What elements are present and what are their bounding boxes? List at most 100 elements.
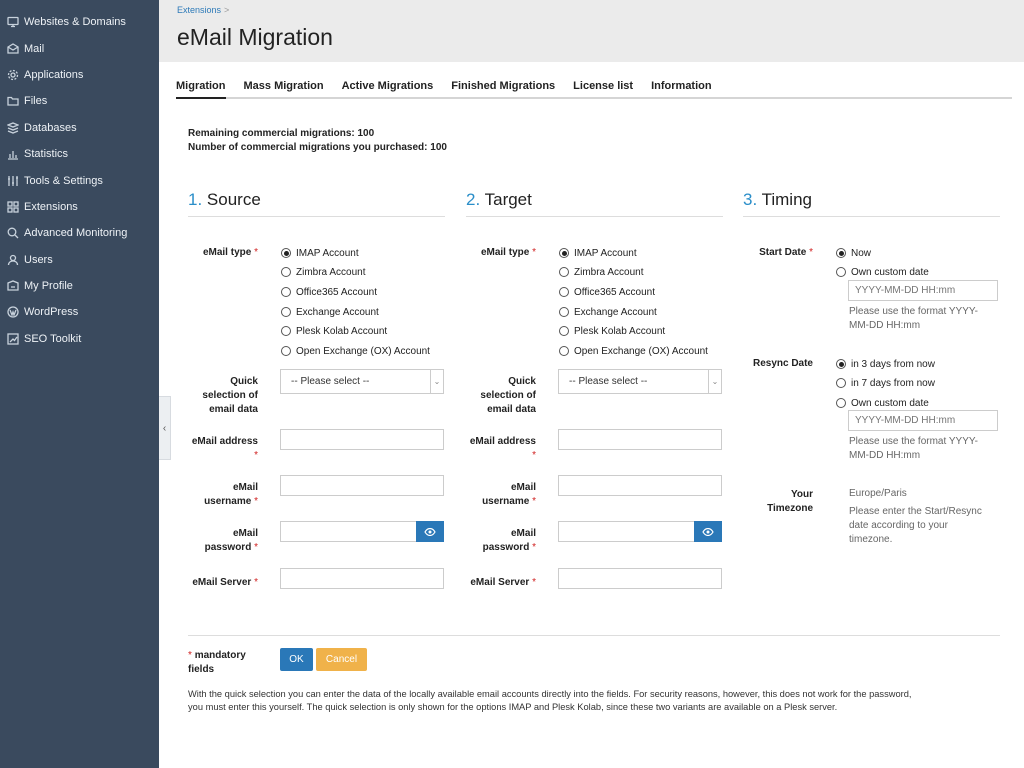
resync-option-custom[interactable]: Own custom date bbox=[836, 396, 929, 410]
resync-option-3-days[interactable]: in 3 days from now bbox=[836, 357, 935, 371]
target-email-username-input[interactable] bbox=[558, 475, 722, 496]
target-quick-selection-select[interactable]: -- Please select -- ⌄ bbox=[558, 369, 722, 394]
radio[interactable] bbox=[559, 326, 569, 336]
tab-license-list[interactable]: License list bbox=[573, 80, 633, 97]
target-email-server-input[interactable] bbox=[558, 568, 722, 589]
timing-section: 3. Timing bbox=[743, 190, 1000, 217]
migration-counts: Remaining commercial migrations: 100 Num… bbox=[188, 127, 447, 155]
resync-option-7-days[interactable]: in 7 days from now bbox=[836, 376, 935, 390]
ok-button[interactable]: OK bbox=[280, 648, 313, 671]
breadcrumb-link-extensions[interactable]: Extensions bbox=[177, 5, 221, 15]
source-quick-selection-select[interactable]: -- Please select -- ⌄ bbox=[280, 369, 444, 394]
radio[interactable] bbox=[559, 267, 569, 277]
timing-step-number: 3. bbox=[743, 190, 758, 209]
target-option-office365[interactable]: Office365 Account bbox=[559, 285, 655, 299]
tab-bar: Migration Mass Migration Active Migratio… bbox=[176, 80, 1012, 99]
source-email-type-label: eMail type * bbox=[202, 247, 258, 258]
source-option-imap[interactable]: IMAP Account bbox=[281, 246, 359, 260]
sidebar-item-websites-domains[interactable]: Websites & Domains bbox=[0, 9, 159, 35]
source-email-username-input[interactable] bbox=[280, 475, 444, 496]
source-email-password-input[interactable] bbox=[280, 521, 417, 542]
chevron-down-icon: ⌄ bbox=[430, 370, 443, 393]
start-option-now[interactable]: Now bbox=[836, 246, 871, 260]
source-email-address-label: eMail address * bbox=[191, 436, 258, 461]
source-email-password-label: eMail password * bbox=[204, 528, 258, 553]
target-step-number: 2. bbox=[466, 190, 481, 209]
sidebar-item-label: Extensions bbox=[24, 200, 78, 213]
target-email-password-input[interactable] bbox=[558, 521, 695, 542]
cancel-button[interactable]: Cancel bbox=[316, 648, 367, 671]
source-option-exchange[interactable]: Exchange Account bbox=[281, 305, 379, 319]
user-icon bbox=[7, 254, 19, 266]
source-section: 1. Source bbox=[188, 190, 445, 217]
radio[interactable] bbox=[836, 267, 846, 277]
quick-selection-footnote: With the quick selection you can enter t… bbox=[188, 689, 912, 712]
target-option-exchange[interactable]: Exchange Account bbox=[559, 305, 657, 319]
sidebar-item-statistics[interactable]: Statistics bbox=[0, 141, 159, 167]
radio-selected[interactable] bbox=[836, 359, 846, 369]
tab-active-migrations[interactable]: Active Migrations bbox=[342, 80, 434, 97]
radio-selected[interactable] bbox=[281, 248, 291, 258]
radio[interactable] bbox=[559, 287, 569, 297]
sidebar-collapse-toggle[interactable]: ‹ bbox=[159, 396, 171, 460]
monitor-icon bbox=[7, 16, 19, 28]
source-email-address-input[interactable] bbox=[280, 429, 444, 450]
resync-date-input[interactable] bbox=[848, 410, 998, 431]
radio[interactable] bbox=[559, 307, 569, 317]
source-option-office365[interactable]: Office365 Account bbox=[281, 285, 377, 299]
timezone-hint: Please enter the Start/Resync date accord… bbox=[849, 506, 982, 545]
radio-selected[interactable] bbox=[559, 248, 569, 258]
target-option-plesk-kolab[interactable]: Plesk Kolab Account bbox=[559, 324, 665, 338]
sidebar-item-label: Advanced Monitoring bbox=[24, 227, 128, 240]
radio[interactable] bbox=[559, 346, 569, 356]
tab-migration[interactable]: Migration bbox=[176, 80, 226, 99]
target-option-open-exchange[interactable]: Open Exchange (OX) Account bbox=[559, 344, 708, 358]
source-option-zimbra[interactable]: Zimbra Account bbox=[281, 265, 365, 279]
radio[interactable] bbox=[281, 287, 291, 297]
radio[interactable] bbox=[281, 346, 291, 356]
sidebar-item-advanced-monitoring[interactable]: Advanced Monitoring bbox=[0, 220, 159, 246]
sidebar-item-files[interactable]: Files bbox=[0, 88, 159, 114]
sidebar-item-seo-toolkit[interactable]: SEO Toolkit bbox=[0, 326, 159, 352]
start-date-label: Start Date * bbox=[759, 247, 813, 258]
sidebar-item-wordpress[interactable]: WordPress bbox=[0, 299, 159, 325]
source-show-password-button[interactable] bbox=[416, 521, 444, 542]
source-email-server-input[interactable] bbox=[280, 568, 444, 589]
target-option-imap[interactable]: IMAP Account bbox=[559, 246, 637, 260]
breadcrumb-separator: > bbox=[224, 5, 230, 15]
form-divider bbox=[188, 635, 1000, 636]
start-option-custom[interactable]: Own custom date bbox=[836, 265, 929, 279]
chevron-down-icon: ⌄ bbox=[708, 370, 721, 393]
start-date-input[interactable] bbox=[848, 280, 998, 301]
radio[interactable] bbox=[281, 326, 291, 336]
grid-icon bbox=[7, 201, 19, 213]
radio[interactable] bbox=[281, 267, 291, 277]
radio-selected[interactable] bbox=[836, 248, 846, 258]
tab-mass-migration[interactable]: Mass Migration bbox=[244, 80, 324, 97]
sidebar-item-label: Files bbox=[24, 95, 48, 108]
target-option-zimbra[interactable]: Zimbra Account bbox=[559, 265, 643, 279]
source-option-open-exchange[interactable]: Open Exchange (OX) Account bbox=[281, 344, 430, 358]
radio[interactable] bbox=[836, 378, 846, 388]
sidebar-item-extensions[interactable]: Extensions bbox=[0, 194, 159, 220]
magnifier-icon bbox=[7, 227, 19, 239]
sidebar-item-my-profile[interactable]: My Profile bbox=[0, 273, 159, 299]
sidebar-item-applications[interactable]: Applications bbox=[0, 62, 159, 88]
radio[interactable] bbox=[836, 398, 846, 408]
source-option-plesk-kolab[interactable]: Plesk Kolab Account bbox=[281, 324, 387, 338]
sidebar-item-tools-settings[interactable]: Tools & Settings bbox=[0, 167, 159, 193]
target-show-password-button[interactable] bbox=[694, 521, 722, 542]
eye-icon bbox=[702, 527, 714, 536]
radio[interactable] bbox=[281, 307, 291, 317]
tab-finished-migrations[interactable]: Finished Migrations bbox=[451, 80, 555, 97]
sidebar-item-label: SEO Toolkit bbox=[24, 332, 82, 345]
sidebar-item-users[interactable]: Users bbox=[0, 247, 159, 273]
tab-information[interactable]: Information bbox=[651, 80, 712, 97]
target-heading: 2. Target bbox=[466, 190, 723, 217]
timezone-label: Your Timezone bbox=[767, 489, 813, 514]
sidebar-item-label: My Profile bbox=[24, 280, 73, 293]
remaining-migrations-text: Remaining commercial migrations: 100 bbox=[188, 128, 375, 139]
sidebar-item-databases[interactable]: Databases bbox=[0, 115, 159, 141]
target-email-address-input[interactable] bbox=[558, 429, 722, 450]
sidebar-item-mail[interactable]: Mail bbox=[0, 35, 159, 61]
